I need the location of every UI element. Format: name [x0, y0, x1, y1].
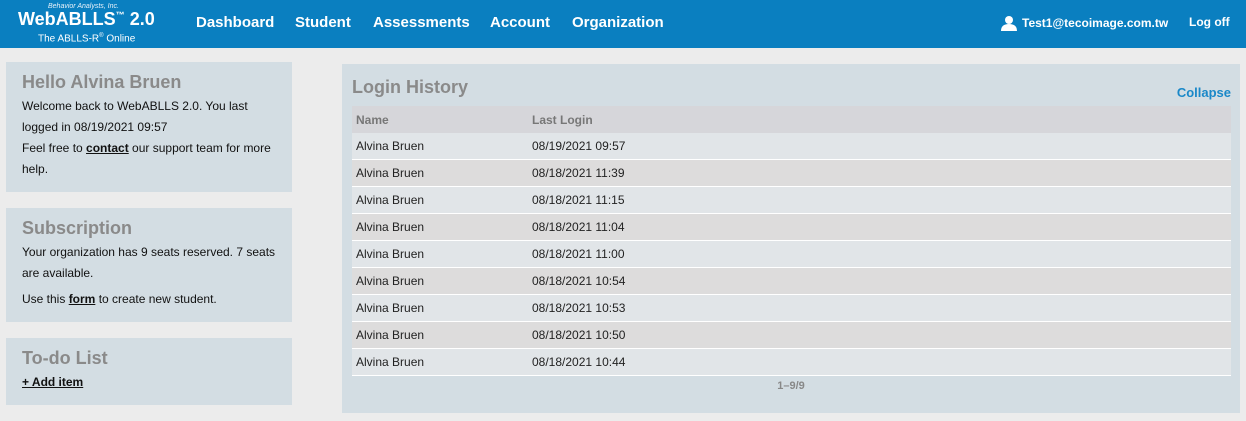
collapse-link[interactable]: Collapse: [1177, 85, 1231, 100]
top-navbar: Behavior Analysts, Inc. WebABLLS™ 2.0 Th…: [0, 0, 1246, 48]
hello-panel: Hello Alvina Bruen Welcome back to WebAB…: [6, 62, 292, 192]
row-name: Alvina Bruen: [356, 301, 425, 315]
support-text: Feel free to contact our support team fo…: [22, 141, 271, 176]
row-name: Alvina Bruen: [356, 274, 425, 288]
webablls-logo[interactable]: Behavior Analysts, Inc. WebABLLS™ 2.0 Th…: [18, 2, 168, 46]
pagination-info: 1–9/9: [777, 380, 805, 392]
row-name: Alvina Bruen: [356, 220, 425, 234]
table-row: Alvina Bruen 08/18/2021 10:50: [352, 322, 1231, 349]
nav-dashboard[interactable]: Dashboard: [196, 14, 274, 31]
welcome-text: Welcome back to WebABLLS 2.0. You last l…: [22, 99, 248, 134]
row-last-login: 08/18/2021 10:44: [532, 355, 626, 369]
row-name: Alvina Bruen: [356, 328, 425, 342]
row-last-login: 08/18/2021 10:54: [532, 274, 626, 288]
hello-title: Hello Alvina Bruen: [22, 72, 182, 92]
nav-account[interactable]: Account: [490, 14, 550, 31]
row-name: Alvina Bruen: [356, 355, 425, 369]
login-history-table: Name Last Login Alvina Bruen 08/19/2021 0…: [352, 106, 1231, 376]
row-last-login: 08/18/2021 11:39: [532, 166, 625, 180]
table-row: Alvina Bruen 08/18/2021 10:44: [352, 349, 1231, 376]
row-name: Alvina Bruen: [356, 193, 425, 207]
logo-name: WebABLLS™ 2.0: [18, 9, 155, 29]
table-row: Alvina Bruen 08/18/2021 10:53: [352, 295, 1231, 322]
nav-assessments[interactable]: Assessments: [373, 14, 470, 31]
table-row: Alvina Bruen 08/18/2021 11:39: [352, 160, 1231, 187]
row-name: Alvina Bruen: [356, 139, 425, 153]
todo-panel: To-do List + Add item: [6, 338, 292, 405]
row-last-login: 08/19/2021 09:57: [532, 139, 626, 153]
row-last-login: 08/18/2021 10:53: [532, 301, 626, 315]
subscription-panel: Subscription Your organization has 9 sea…: [6, 208, 292, 322]
add-item-link[interactable]: + Add item: [22, 375, 83, 389]
form-link[interactable]: form: [69, 292, 96, 306]
user-account-link[interactable]: Test1@tecoimage.com.tw: [1001, 14, 1168, 32]
row-last-login: 08/18/2021 11:15: [532, 193, 625, 207]
table-row: Alvina Bruen 08/18/2021 11:04: [352, 214, 1231, 241]
column-header-name[interactable]: Name: [352, 113, 528, 127]
table-header: Name Last Login: [352, 106, 1231, 133]
row-last-login: 08/18/2021 10:50: [532, 328, 626, 342]
form-text: Use this form to create new student.: [22, 292, 217, 306]
todo-title: To-do List: [22, 348, 108, 368]
table-row: Alvina Bruen 08/18/2021 10:54: [352, 268, 1231, 295]
user-icon: [1001, 15, 1017, 31]
login-history-panel: Login History Collapse Name Last Login A…: [342, 64, 1240, 413]
table-row: Alvina Bruen 08/18/2021 11:15: [352, 187, 1231, 214]
nav-organization[interactable]: Organization: [572, 14, 664, 31]
table-row: Alvina Bruen 08/18/2021 11:00: [352, 241, 1231, 268]
column-header-last-login[interactable]: Last Login: [528, 113, 593, 127]
seats-text: Your organization has 9 seats reserved. …: [22, 245, 276, 280]
table-row: Alvina Bruen 08/19/2021 09:57: [352, 133, 1231, 160]
user-email: Test1@tecoimage.com.tw: [1022, 16, 1169, 30]
subscription-title: Subscription: [22, 218, 133, 238]
contact-link[interactable]: contact: [86, 141, 129, 155]
logoff-link[interactable]: Log off: [1189, 15, 1230, 29]
row-last-login: 08/18/2021 11:04: [532, 220, 625, 234]
logo-tagline: The ABLLS-R® Online: [38, 33, 136, 45]
row-last-login: 08/18/2021 11:00: [532, 247, 625, 261]
row-name: Alvina Bruen: [356, 166, 425, 180]
nav-student[interactable]: Student: [295, 14, 351, 31]
row-name: Alvina Bruen: [356, 247, 425, 261]
login-history-title: Login History: [352, 77, 468, 97]
